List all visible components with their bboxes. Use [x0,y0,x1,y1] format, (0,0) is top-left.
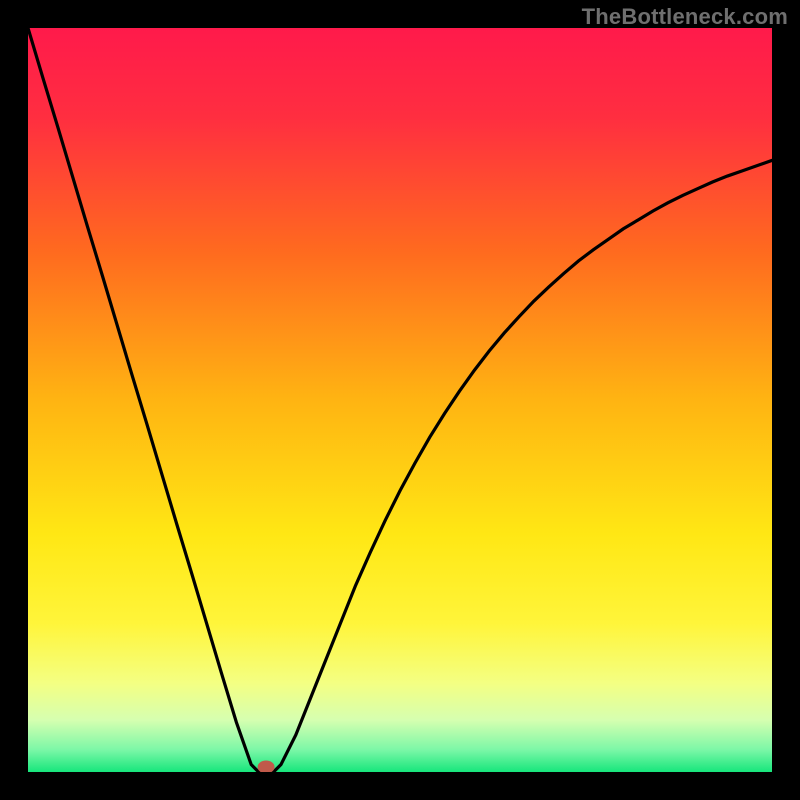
watermark-text: TheBottleneck.com [582,4,788,30]
optimal-point-marker [258,761,274,772]
bottleneck-chart [28,28,772,772]
chart-container: TheBottleneck.com [0,0,800,800]
